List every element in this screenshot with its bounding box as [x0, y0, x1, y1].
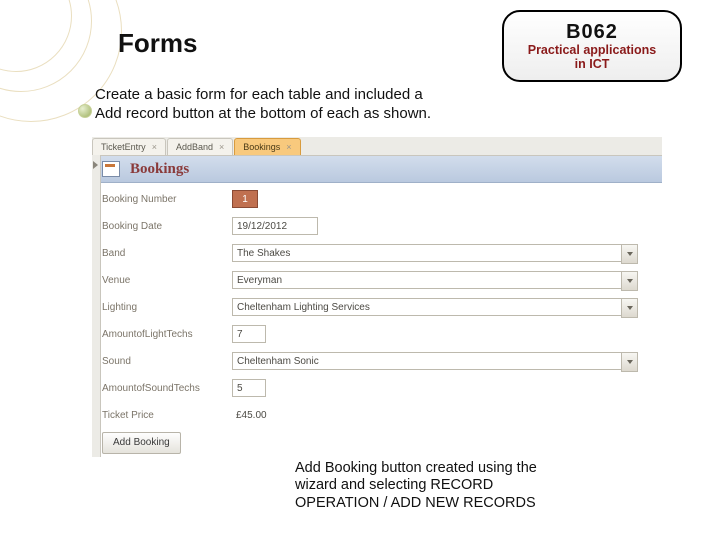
tab-label: TicketEntry [101, 142, 146, 152]
intro-line2: Add record button at the bottom of each … [95, 105, 431, 124]
field-row: Venue Everyman [102, 270, 662, 290]
tab-addband[interactable]: AddBand × [167, 138, 233, 155]
input-amount-light-techs[interactable]: 7 [232, 325, 266, 343]
form-tabs: TicketEntry × AddBand × Bookings × [92, 137, 662, 156]
record-selector[interactable] [92, 155, 101, 457]
add-booking-button[interactable]: Add Booking [102, 432, 181, 454]
field-row: AmountofLightTechs 7 [102, 324, 662, 344]
label-amount-light-techs: AmountofLightTechs [102, 329, 232, 340]
tab-ticketentry[interactable]: TicketEntry × [92, 138, 166, 155]
close-icon[interactable]: × [286, 142, 291, 152]
form-icon [102, 161, 120, 177]
button-row: Add Booking [102, 432, 662, 454]
chevron-down-icon[interactable] [621, 352, 638, 372]
input-amount-sound-techs[interactable]: 5 [232, 379, 266, 397]
label-sound: Sound [102, 356, 232, 367]
field-row: Lighting Cheltenham Lighting Services [102, 297, 662, 317]
bullet-icon [78, 104, 92, 118]
tab-label: AddBand [176, 142, 213, 152]
form-header: Bookings [92, 156, 662, 183]
field-row: Booking Date 19/12/2012 [102, 216, 662, 236]
field-row: Booking Number 1 [102, 189, 662, 209]
select-lighting[interactable]: Cheltenham Lighting Services [232, 298, 638, 316]
form-title: Bookings [130, 161, 189, 178]
badge-line2: in ICT [575, 58, 610, 72]
label-ticket-price: Ticket Price [102, 410, 232, 421]
label-booking-date: Booking Date [102, 221, 232, 232]
tab-label: Bookings [243, 142, 280, 152]
caption-line3: OPERATION / ADD NEW RECORDS [295, 495, 627, 512]
select-value: Cheltenham Sonic [237, 356, 319, 367]
chevron-down-icon[interactable] [621, 271, 638, 291]
label-booking-number: Booking Number [102, 194, 232, 205]
label-venue: Venue [102, 275, 232, 286]
label-lighting: Lighting [102, 302, 232, 313]
course-badge: B062 Practical applications in ICT [502, 10, 682, 82]
field-row: Ticket Price £45.00 [102, 405, 662, 425]
label-amount-sound-techs: AmountofSoundTechs [102, 383, 232, 394]
select-band[interactable]: The Shakes [232, 244, 638, 262]
select-value: The Shakes [237, 248, 290, 259]
select-venue[interactable]: Everyman [232, 271, 638, 289]
close-icon[interactable]: × [219, 142, 224, 152]
select-value: Cheltenham Lighting Services [237, 302, 370, 313]
close-icon[interactable]: × [152, 142, 157, 152]
form-body: Booking Number 1 Booking Date 19/12/2012… [92, 183, 662, 454]
tab-bookings[interactable]: Bookings × [234, 138, 300, 155]
label-band: Band [102, 248, 232, 259]
chevron-down-icon[interactable] [621, 298, 638, 318]
input-booking-date[interactable]: 19/12/2012 [232, 217, 318, 235]
field-row: Sound Cheltenham Sonic [102, 351, 662, 371]
input-booking-number[interactable]: 1 [232, 190, 258, 208]
field-row: AmountofSoundTechs 5 [102, 378, 662, 398]
caption-text: Add Booking button created using the wiz… [295, 460, 627, 512]
caption-line1: Add Booking button created using the [295, 460, 627, 477]
chevron-down-icon[interactable] [621, 244, 638, 264]
select-value: Everyman [237, 275, 282, 286]
caption-line2: wizard and selecting RECORD [295, 477, 627, 494]
badge-code: B062 [566, 21, 618, 44]
access-form-screenshot: TicketEntry × AddBand × Bookings × Bookings… [92, 137, 662, 457]
slide-title: Forms [118, 28, 197, 59]
select-sound[interactable]: Cheltenham Sonic [232, 352, 638, 370]
field-row: Band The Shakes [102, 243, 662, 263]
intro-line1: Create a basic form for each table and i… [95, 86, 431, 105]
badge-line1: Practical applications [528, 44, 657, 58]
intro-text: Create a basic form for each table and i… [95, 86, 431, 124]
value-ticket-price: £45.00 [232, 406, 292, 424]
